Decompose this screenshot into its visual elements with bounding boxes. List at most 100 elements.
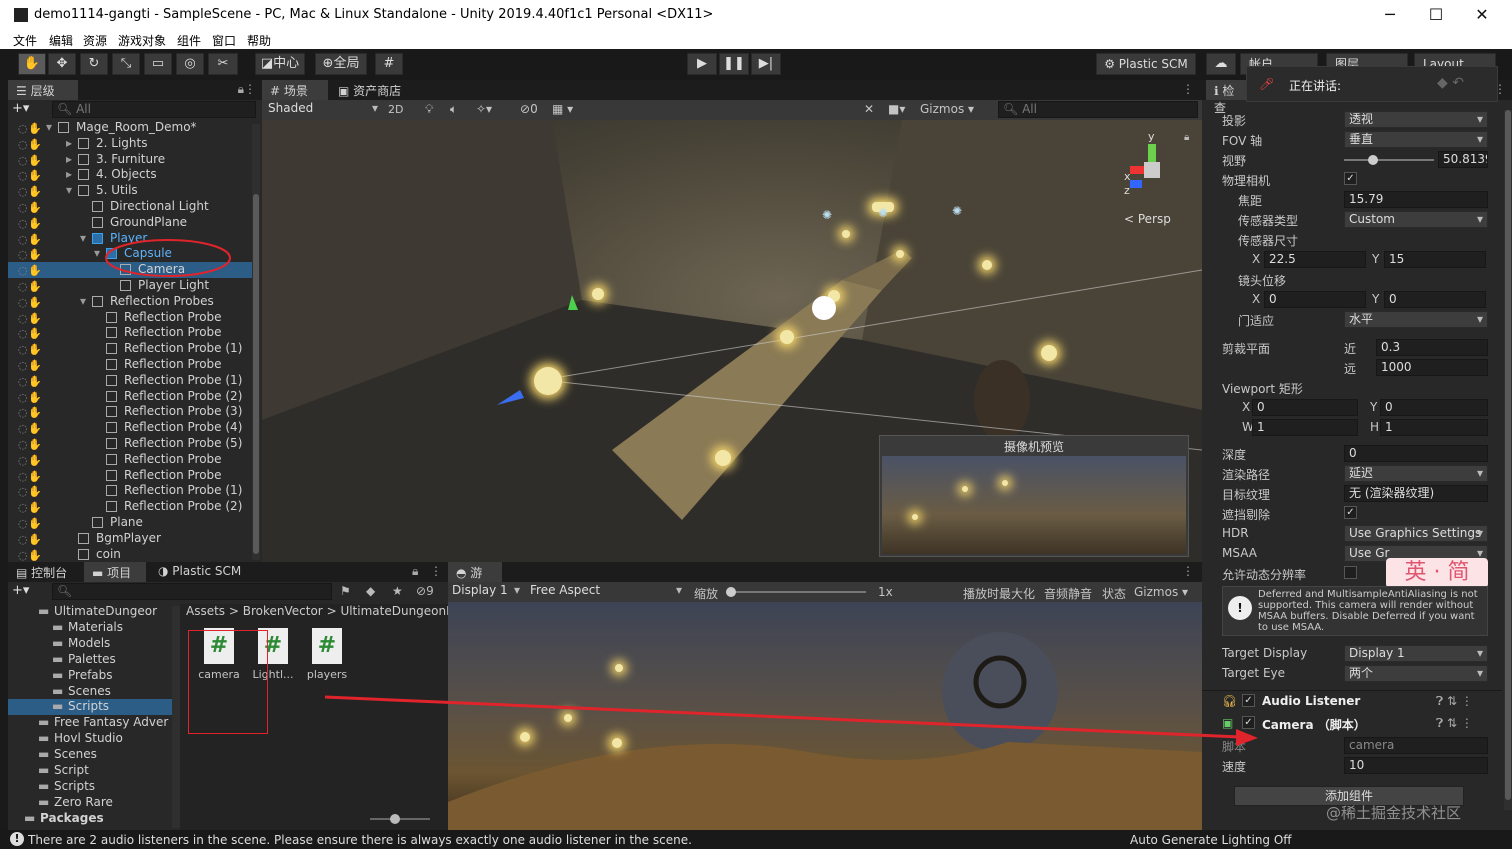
grid-toggle-icon[interactable]: ▦ ▾ — [552, 102, 573, 116]
x-value-field[interactable]: 22.5 — [1264, 251, 1366, 268]
component-menu-icon[interactable]: ❓︎ ⇅ ⋮ — [1436, 716, 1473, 731]
global-local-button[interactable]: ⊕全局 — [315, 53, 367, 75]
expand-arrow-icon[interactable]: ▸ — [66, 167, 72, 181]
property-checkbox[interactable]: ✓ — [1344, 506, 1357, 519]
move-tool-icon[interactable]: ✥ — [48, 53, 76, 75]
pickable-toggle-icon[interactable]: ✋ — [28, 312, 42, 325]
hierarchy-item[interactable]: ◌ ✋ Camera — [8, 262, 252, 279]
hidden-objects-toggle[interactable]: ⊘0 — [520, 102, 538, 116]
hierarchy-item[interactable]: ◌ ✋ Reflection Probe (3) — [8, 404, 252, 420]
orientation-gizmo[interactable]: y x z — [1122, 130, 1182, 204]
scene-search-input[interactable]: 🔍︎ All — [998, 101, 1198, 118]
game-gizmos-dropdown[interactable]: Gizmos ▾ — [1134, 585, 1188, 599]
rotate-tool-icon[interactable]: ↻ — [80, 53, 108, 75]
speed-field[interactable]: 10 — [1344, 757, 1488, 774]
property-checkbox[interactable] — [1344, 566, 1357, 579]
project-folder-item[interactable]: ▬ Scripts — [8, 779, 172, 795]
project-folder-item[interactable]: ▬ Palettes — [8, 652, 172, 668]
script-file-icon[interactable]: # — [312, 628, 342, 664]
audio-listener-enabled[interactable]: ✓ — [1242, 694, 1255, 707]
expand-arrow-icon[interactable]: ▾ — [94, 246, 100, 260]
point-light-icon[interactable] — [896, 250, 904, 258]
tab-console[interactable]: ▤ 控制台 — [8, 562, 80, 582]
pickable-toggle-icon[interactable]: ✋ — [28, 375, 42, 388]
point-light-icon[interactable] — [715, 450, 731, 466]
hierarchy-search-input[interactable]: 🔍︎ All — [52, 101, 256, 118]
x-value-field[interactable]: 0 — [1264, 291, 1366, 308]
hierarchy-item[interactable]: ◌ ✋ Reflection Probe — [8, 357, 252, 373]
pause-button[interactable]: ❚❚ — [719, 53, 749, 75]
lighting-toggle-icon[interactable]: 💡︎ — [425, 102, 433, 117]
property-field[interactable]: 0 — [1344, 445, 1488, 462]
property-dropdown[interactable]: Use Graphics Settings — [1344, 525, 1488, 542]
pickable-toggle-icon[interactable]: ✋ — [28, 517, 42, 530]
menu-window[interactable]: 窗口 — [212, 32, 236, 49]
perspective-toggle[interactable]: < Persp — [1124, 212, 1171, 226]
y-value-field[interactable]: 0 — [1384, 291, 1486, 308]
mode-2d-toggle[interactable]: 2D — [388, 103, 403, 116]
fov-value-field[interactable]: 50.8139 — [1438, 151, 1488, 168]
hierarchy-item[interactable]: ◌ ✋ ▾ Mage_Room_Demo* — [8, 120, 252, 136]
pickable-toggle-icon[interactable]: ✋ — [28, 391, 42, 404]
menu-component[interactable]: 组件 — [177, 32, 201, 49]
tab-scene[interactable]: # 场景 — [262, 80, 328, 100]
point-light-icon[interactable] — [592, 288, 604, 300]
property-dropdown[interactable]: 垂直 — [1344, 131, 1488, 148]
audio-listener-header[interactable]: Audio Listener — [1262, 694, 1360, 708]
slider-thumb[interactable] — [1368, 155, 1378, 165]
scene-viewport[interactable]: ✺ ✺ ✺ y x z 🔒︎ < Persp 摄像机预览 — [262, 120, 1202, 562]
hierarchy-item[interactable]: ◌ ✋ ▸ 2. Lights — [8, 136, 252, 152]
expand-arrow-icon[interactable]: ▸ — [66, 136, 72, 150]
project-folder-item[interactable]: ▬ Zero Rare — [8, 795, 172, 811]
project-folder-item[interactable]: ▬ Materials — [8, 620, 172, 636]
pickable-toggle-icon[interactable]: ✋ — [28, 343, 42, 356]
pickable-toggle-icon[interactable]: ✋ — [28, 154, 42, 167]
tools-icon[interactable]: ✕ — [864, 102, 874, 116]
hierarchy-item[interactable]: ◌ ✋ ▾ Player — [8, 231, 252, 247]
pickable-toggle-icon[interactable]: ✋ — [28, 406, 42, 419]
expand-arrow-icon[interactable]: ▾ — [80, 231, 86, 245]
point-light-icon[interactable] — [1041, 345, 1057, 361]
tab-asset-store[interactable]: ▣ 资产商店 — [330, 80, 414, 100]
hierarchy-item[interactable]: ◌ ✋ Reflection Probe — [8, 452, 252, 468]
game-more-icon[interactable]: ⋮ — [1182, 564, 1194, 578]
rect-tool-icon[interactable]: ▭ — [144, 53, 172, 75]
pickable-toggle-icon[interactable]: ✋ — [28, 280, 42, 293]
plastic-scm-button[interactable]: ⚙ Plastic SCM — [1096, 53, 1196, 75]
scale-tool-icon[interactable]: ⤡ — [112, 53, 140, 75]
reflection-probe-icon[interactable]: ✺ — [878, 206, 888, 220]
pickable-toggle-icon[interactable]: ✋ — [28, 533, 42, 546]
pickable-toggle-icon[interactable]: ✋ — [28, 201, 42, 214]
expand-arrow-icon[interactable]: ▾ — [46, 120, 52, 134]
hidden-packages-toggle[interactable]: ⊘9 — [416, 584, 434, 598]
hierarchy-item[interactable]: ◌ ✋ Reflection Probe — [8, 468, 252, 484]
point-light-icon[interactable] — [842, 230, 850, 238]
hierarchy-item[interactable]: ◌ ✋ GroundPlane — [8, 215, 252, 231]
display-dropdown[interactable]: Display 1 — [448, 583, 524, 600]
pickable-toggle-icon[interactable]: ✋ — [28, 422, 42, 435]
hand-tool-icon[interactable]: ✋ — [18, 53, 46, 75]
hierarchy-item[interactable]: ◌ ✋ Reflection Probe (1) — [8, 341, 252, 357]
hierarchy-item[interactable]: ◌ ✋ Reflection Probe (5) — [8, 436, 252, 452]
project-folder-item[interactable]: ▬ Hovl Studio — [8, 731, 172, 747]
point-light-icon[interactable] — [780, 330, 794, 344]
tab-project[interactable]: ▬ 项目 — [84, 562, 146, 582]
maximize-button[interactable]: ☐ — [1416, 4, 1456, 26]
pivot-center-button[interactable]: ◪中心 — [255, 53, 305, 75]
expand-arrow-icon[interactable]: ▾ — [66, 183, 72, 197]
game-viewport[interactable] — [448, 602, 1202, 830]
camera-script-header[interactable]: Camera （脚本） — [1262, 716, 1366, 733]
project-create-button[interactable]: +▾ — [12, 583, 29, 598]
fov-slider[interactable] — [1344, 159, 1434, 161]
hierarchy-item[interactable]: ◌ ✋ ▾ 5. Utils — [8, 183, 252, 199]
hierarchy-item[interactable]: ◌ ✋ Reflection Probe — [8, 325, 252, 341]
pickable-toggle-icon[interactable]: ✋ — [28, 454, 42, 467]
reflection-probe-icon[interactable]: ✺ — [952, 204, 962, 218]
hierarchy-item[interactable]: ◌ ✋ Reflection Probe (2) — [8, 499, 252, 515]
project-folder-item[interactable]: ▬ UltimateDungeor — [8, 604, 172, 620]
gizmo-y-arrow[interactable] — [1148, 144, 1156, 164]
property-dropdown[interactable]: 延迟 — [1344, 465, 1488, 482]
lighting-status[interactable]: Auto Generate Lighting Off — [1130, 833, 1292, 847]
menu-file[interactable]: 文件 — [13, 32, 37, 49]
pickable-toggle-icon[interactable]: ✋ — [28, 122, 42, 135]
